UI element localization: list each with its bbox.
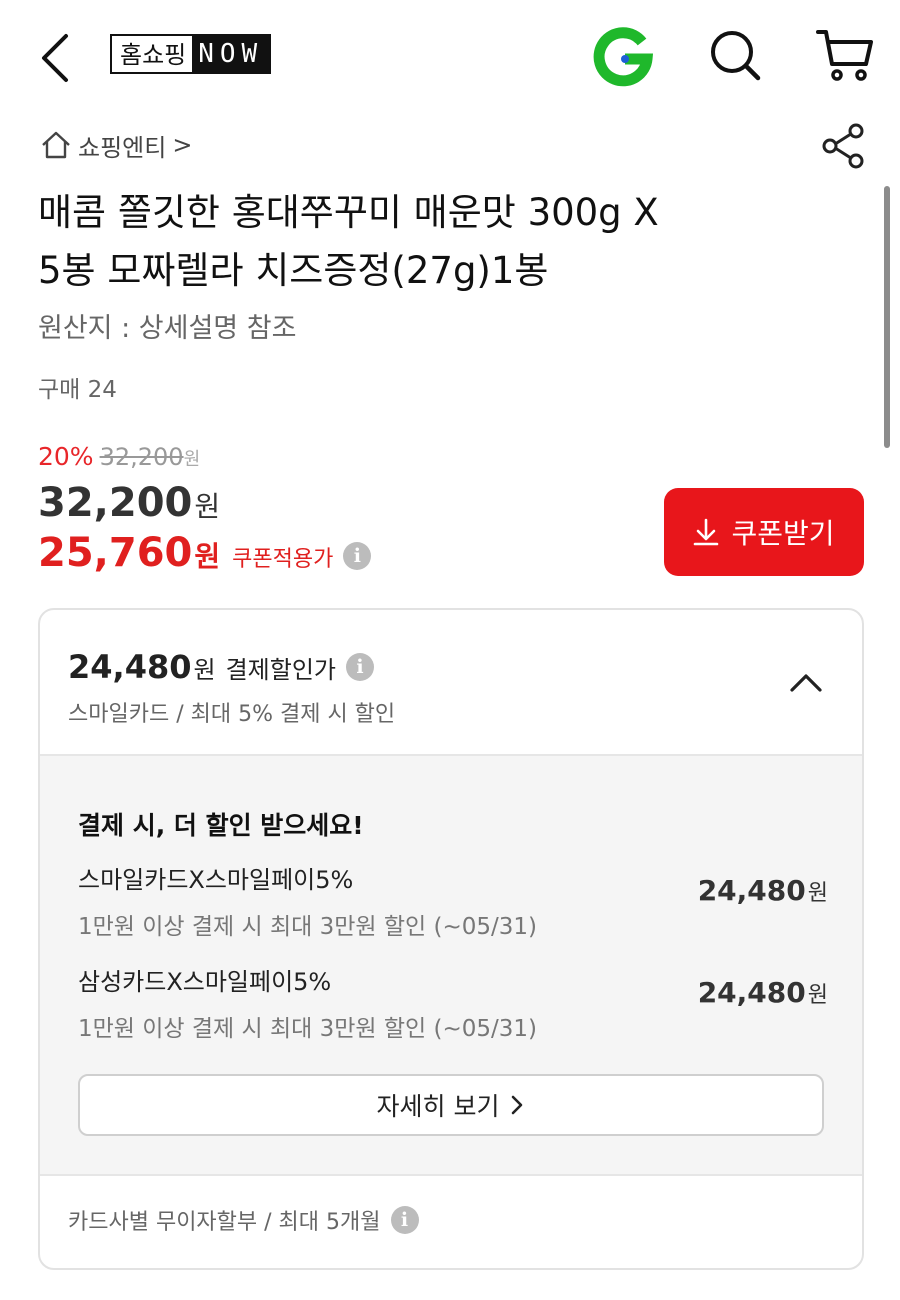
cart-button[interactable] — [814, 24, 876, 86]
coupon-price-label: 쿠폰적용가 — [232, 547, 334, 572]
payment-discount-header[interactable]: 24,480 원 결제할인가 i 스마일카드 / 최대 5% 결제 시 할인 — [40, 610, 862, 756]
payment-price-value: 24,480 — [68, 648, 192, 686]
payment-price-label: 결제할인가 — [225, 655, 336, 684]
info-icon[interactable]: i — [390, 1206, 419, 1234]
discount-row: 20% 32,200 원 — [38, 442, 200, 471]
promo-price-unit: 원 — [807, 881, 828, 906]
purchase-count: 구매 24 — [38, 377, 117, 403]
product-title-line1: 매콤 쫄깃한 홍대쭈꾸미 매운맛 300g X — [38, 191, 659, 234]
payment-discount-sub: 스마일카드 / 최대 5% 결제 시 할인 — [68, 702, 396, 727]
sale-price-value: 32,200 — [38, 480, 193, 526]
product-title: 매콤 쫄깃한 홍대쭈꾸미 매운맛 300g X 5봉 모짜렐라 치즈증정(27g… — [38, 184, 838, 300]
sale-price-unit: 원 — [194, 490, 221, 523]
breadcrumb[interactable]: 쇼핑엔티 > — [40, 126, 192, 164]
view-details-button[interactable]: 자세히 보기 — [78, 1074, 824, 1136]
breadcrumb-label: 쇼핑엔티 — [78, 133, 167, 162]
sale-price: 32,200 원 — [38, 480, 220, 526]
promo-price: 24,480 원 — [698, 976, 828, 1009]
product-title-line2: 5봉 모짜렐라 치즈증정(27g)1봉 — [38, 249, 549, 292]
top-app-bar: 홈쇼핑 NOW — [0, 0, 900, 115]
get-coupon-label: 쿠폰받기 — [731, 517, 835, 550]
search-icon — [711, 31, 761, 81]
promo-item: 삼성카드X스마일페이5% 1만원 이상 결제 시 최대 3만원 할인 (~05/… — [78, 962, 828, 1043]
payment-promotions: 결제 시, 더 할인 받으세요! 스마일카드X스마일페이5% 1만원 이상 결제… — [40, 756, 862, 1176]
get-coupon-button[interactable]: 쿠폰받기 — [664, 488, 864, 576]
download-icon — [694, 518, 719, 546]
back-button[interactable] — [36, 30, 76, 86]
chevron-up-icon — [790, 674, 822, 692]
collapse-button[interactable] — [786, 662, 826, 702]
view-details-label: 자세히 보기 — [376, 1092, 500, 1121]
promo-desc: 1만원 이상 결제 시 최대 3만원 할인 (~05/31) — [78, 914, 538, 940]
cart-icon — [816, 30, 873, 81]
home-icon — [42, 131, 70, 159]
coupon-price-unit: 원 — [194, 540, 221, 573]
chevron-left-icon — [42, 34, 68, 82]
g-logo-button[interactable] — [592, 26, 654, 88]
promo-price-value: 24,480 — [697, 976, 806, 1009]
original-price: 32,200 — [99, 443, 184, 471]
promo-price-value: 24,480 — [697, 874, 806, 907]
discount-rate: 20% — [38, 442, 94, 471]
coupon-applied-price: 25,760 원 쿠폰적용가 i — [38, 530, 372, 576]
chevron-right-icon — [512, 1095, 523, 1115]
scrollbar[interactable] — [884, 186, 890, 448]
logo-text: 홈쇼핑 — [112, 36, 193, 72]
payment-discount-card: 24,480 원 결제할인가 i 스마일카드 / 최대 5% 결제 시 할인 결… — [38, 608, 864, 1270]
info-icon[interactable]: i — [343, 542, 372, 570]
share-icon — [822, 123, 864, 169]
promo-price-unit: 원 — [807, 983, 828, 1008]
logo-now-text: NOW — [192, 36, 270, 72]
g-logo-icon — [593, 27, 654, 87]
installment-text: 카드사별 무이자할부 / 최대 5개월 — [68, 1210, 381, 1235]
installment-row: 카드사별 무이자할부 / 최대 5개월 i — [68, 1204, 419, 1236]
promo-title: 결제 시, 더 할인 받으세요! — [78, 811, 364, 840]
payment-price-unit: 원 — [193, 655, 216, 684]
share-button[interactable] — [820, 122, 866, 170]
promo-item: 스마일카드X스마일페이5% 1만원 이상 결제 시 최대 3만원 할인 (~05… — [78, 860, 828, 941]
promo-desc: 1만원 이상 결제 시 최대 3만원 할인 (~05/31) — [78, 1016, 538, 1042]
homeshopping-now-logo[interactable]: 홈쇼핑 NOW — [110, 34, 272, 74]
search-button[interactable] — [706, 26, 766, 86]
origin-text: 원산지 : 상세설명 참조 — [38, 313, 297, 344]
payment-discount-price: 24,480 원 결제할인가 i — [68, 648, 374, 686]
breadcrumb-separator: > — [172, 131, 193, 159]
original-price-unit: 원 — [183, 449, 201, 470]
promo-price: 24,480 원 — [698, 874, 828, 907]
coupon-price-value: 25,760 — [38, 530, 193, 576]
info-icon[interactable]: i — [345, 653, 374, 681]
